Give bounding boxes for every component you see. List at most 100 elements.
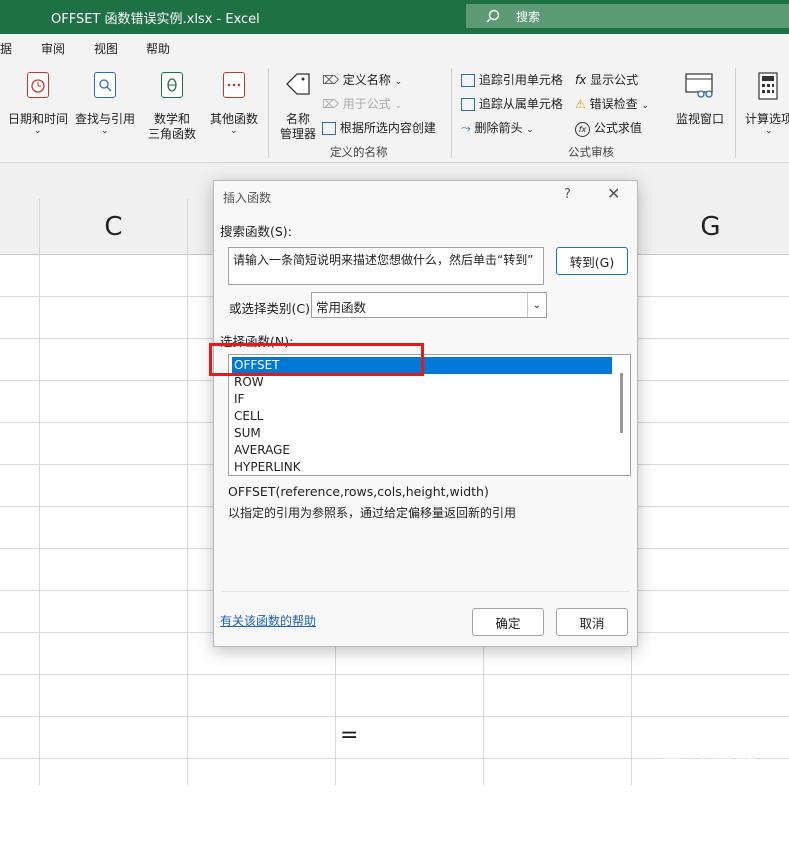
function-signature: OFFSET(reference,rows,cols,height,width) — [228, 484, 489, 499]
define-name-label: 定义名称 — [342, 73, 391, 87]
goto-button[interactable]: 转到(G) — [556, 247, 628, 275]
watch-window-label: 监视窗口 — [675, 112, 724, 126]
remove-arrows-icon: ⤳ — [461, 121, 471, 135]
cancel-button[interactable]: 取消 — [556, 608, 628, 636]
calculator-icon — [758, 72, 778, 100]
grid-line — [0, 716, 789, 717]
category-value: 常用函数 — [316, 300, 367, 315]
trace-precedents-label: 追踪引用单元格 — [478, 73, 563, 87]
math-theta-icon — [161, 72, 183, 98]
category-select[interactable]: 常用函数 ⌄ — [311, 292, 547, 318]
name-manager-label2: 管理器 — [279, 127, 316, 141]
chevron-down-icon: ⌄ — [230, 126, 238, 136]
watermark-text: 路由器 — [700, 727, 729, 840]
use-in-formula-button[interactable]: ⌦ 用于公式 ⌄ — [322, 95, 402, 113]
search-box[interactable]: 搜索 — [466, 4, 789, 28]
tag-icon: ⌦ — [322, 73, 339, 87]
chevron-down-icon: ⌄ — [394, 101, 403, 111]
chevron-down-icon: ⌄ — [34, 126, 42, 136]
lookup-icon — [94, 72, 116, 98]
grid-line — [0, 674, 789, 675]
evaluate-formula-label: 公式求值 — [593, 121, 642, 135]
ribbon-separator — [735, 68, 736, 158]
math-trig-button[interactable]: 数学和 三角函数 — [140, 68, 204, 141]
evaluate-formula-icon: fx — [575, 122, 590, 137]
defined-names-group-label: 定义的名称 — [330, 145, 388, 159]
error-checking-button[interactable]: ⚠ 错误检查 ⌄ — [575, 95, 649, 112]
error-checking-label: 错误检查 — [589, 97, 638, 111]
calendar-clock-icon — [27, 72, 49, 98]
date-time-label: 日期和时间 — [7, 112, 68, 126]
math-trig-label2: 三角函数 — [147, 127, 196, 141]
ribbon: 日期和时间 ⌄ 查找与引用 ⌄ 数学和 三角函数 其他函数 ⌄ 名称 管理器 ⌦… — [0, 62, 789, 163]
menu-bar: 据 审阅 视图 帮助 — [0, 34, 789, 62]
column-header-c[interactable]: C — [40, 199, 188, 255]
chevron-down-icon: ⌄ — [526, 125, 534, 135]
search-function-input[interactable]: 请输入一条简短说明来描述您想做什么，然后单击“转到” — [228, 247, 544, 285]
warning-icon: ⚠ — [575, 97, 586, 111]
chevron-down-icon: ⌄ — [641, 101, 649, 111]
ribbon-separator — [451, 68, 452, 158]
menu-help[interactable]: 帮助 — [146, 40, 170, 57]
list-item-hyperlink[interactable]: HYPERLINK — [232, 459, 612, 476]
date-time-button[interactable]: 日期和时间 ⌄ — [4, 68, 72, 138]
show-formulas-button[interactable]: fx 显示公式 — [575, 71, 638, 88]
search-icon — [486, 9, 500, 23]
more-functions-icon — [223, 72, 245, 98]
trace-dependents-icon — [461, 98, 475, 111]
list-item-average[interactable]: AVERAGE — [232, 442, 612, 459]
function-description: 以指定的引用为参照系，通过给定偏移量返回新的引用 — [228, 506, 517, 520]
formula-auditing-group-label: 公式审核 — [568, 145, 614, 159]
trace-dependents-label: 追踪从属单元格 — [478, 97, 563, 111]
show-formulas-label: 显示公式 — [590, 73, 639, 87]
trace-precedents-icon — [461, 74, 475, 87]
other-functions-button[interactable]: 其他函数 ⌄ — [204, 68, 264, 138]
chevron-down-icon[interactable]: ⌄ — [527, 293, 546, 317]
name-manager-button[interactable]: 名称 管理器 — [277, 68, 319, 141]
menu-review[interactable]: 审阅 — [41, 40, 65, 57]
define-name-button[interactable]: ⌦ 定义名称 ⌄ — [322, 71, 402, 89]
function-help-link[interactable]: 有关该函数的帮助 — [220, 612, 316, 629]
list-item-cell[interactable]: CELL — [232, 408, 612, 425]
remove-arrows-label: 删除箭头 — [474, 121, 523, 135]
window-title: OFFSET 函数错误实例.xlsx - Excel — [51, 12, 260, 27]
chevron-down-icon: ⌄ — [394, 77, 403, 87]
watch-window-icon — [685, 73, 713, 98]
menu-view[interactable]: 视图 — [94, 40, 118, 57]
formula-tag-icon: ⌦ — [322, 97, 339, 111]
column-header-b[interactable] — [0, 199, 40, 255]
calc-options-button[interactable]: 计算选项 ⌄ — [741, 68, 789, 138]
ok-button[interactable]: 确定 — [472, 608, 544, 636]
close-icon[interactable]: ✕ — [607, 184, 620, 203]
other-functions-label: 其他函数 — [209, 112, 258, 126]
lookup-reference-button[interactable]: 查找与引用 ⌄ — [72, 68, 138, 138]
menu-data[interactable]: 据 — [0, 40, 12, 57]
watch-window-button[interactable]: 监视窗口 — [672, 68, 728, 138]
remove-arrows-button[interactable]: ⤳ 删除箭头 ⌄ — [461, 119, 534, 136]
grid-line — [187, 254, 188, 785]
cell-formula-text[interactable]: = — [340, 723, 358, 748]
column-header-g[interactable]: G — [632, 199, 789, 255]
ribbon-separator — [268, 68, 269, 158]
list-item-if[interactable]: IF — [232, 391, 612, 408]
list-item-row[interactable]: ROW — [232, 374, 612, 391]
title-bar: OFFSET 函数错误实例.xlsx - Excel 搜索 — [0, 0, 789, 34]
trace-precedents-button[interactable]: 追踪引用单元格 — [461, 71, 563, 88]
lookup-reference-label: 查找与引用 — [74, 112, 135, 126]
list-scrollbar[interactable] — [620, 373, 623, 433]
grid-create-icon — [322, 122, 336, 135]
dialog-title: 插入函数 — [223, 191, 272, 205]
watermark-subtext: luyouqi.com — [700, 756, 756, 766]
dialog-divider — [222, 591, 629, 592]
trace-dependents-button[interactable]: 追踪从属单元格 — [461, 95, 563, 112]
calc-options-label: 计算选项 — [745, 112, 789, 126]
annotation-highlight-box — [209, 343, 424, 376]
list-item-sum[interactable]: SUM — [232, 425, 612, 442]
chevron-down-icon: ⌄ — [765, 126, 773, 136]
create-from-selection-button[interactable]: 根据所选内容创建 — [322, 119, 436, 137]
help-button[interactable]: ? — [564, 187, 571, 202]
insert-function-dialog: 插入函数 ? ✕ 搜索函数(S): 请输入一条简短说明来描述您想做什么，然后单击… — [209, 180, 638, 647]
create-from-selection-label: 根据所选内容创建 — [339, 121, 436, 135]
search-placeholder: 搜索 — [516, 10, 541, 24]
evaluate-formula-button[interactable]: fx 公式求值 — [575, 119, 642, 137]
